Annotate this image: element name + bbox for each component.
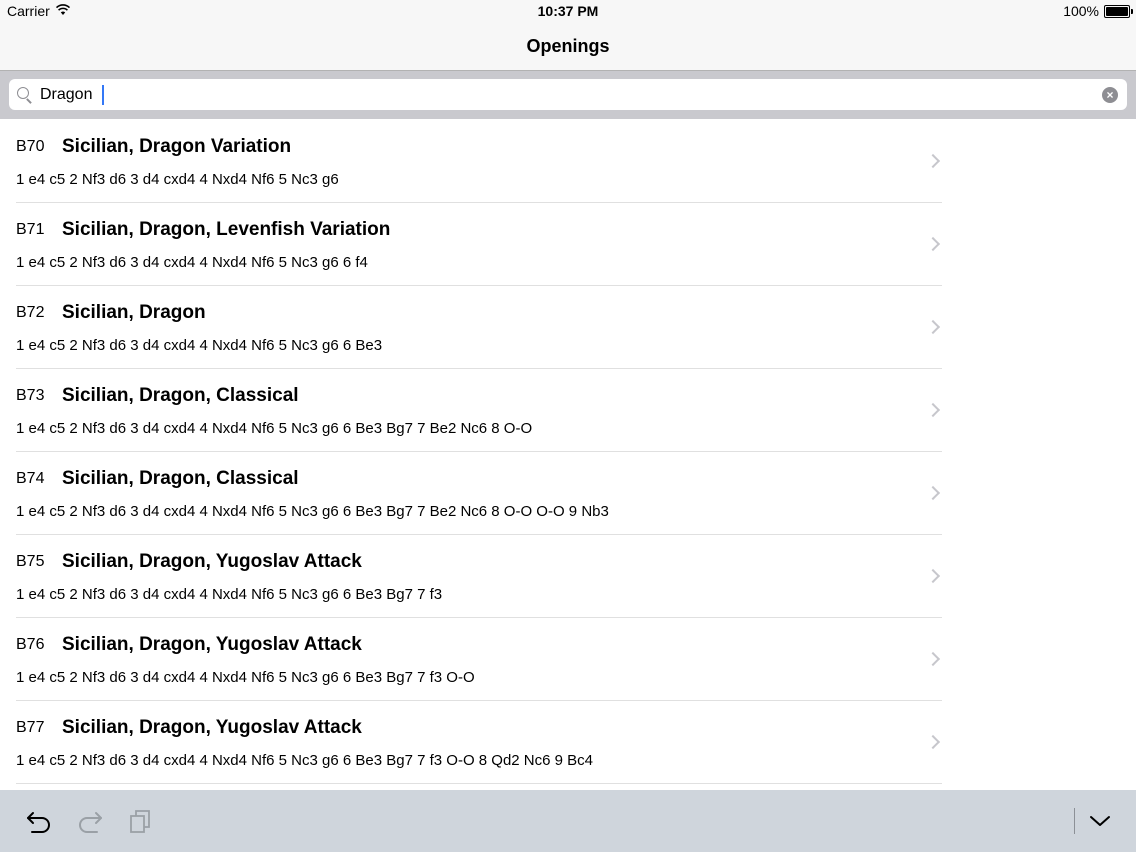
chevron-down-icon[interactable]	[1086, 808, 1116, 834]
chevron-right-icon	[925, 734, 941, 750]
copy-icon[interactable]	[127, 808, 157, 834]
navigation-bar: Openings	[0, 22, 1136, 71]
list-item[interactable]: B72 Sicilian, Dragon 1 e4 c5 2 Nf3 d6 3 …	[0, 286, 956, 369]
opening-name: Sicilian, Dragon, Classical	[62, 468, 299, 489]
page-title: Openings	[526, 36, 610, 56]
opening-name: Sicilian, Dragon	[62, 302, 206, 323]
search-bar: ×	[0, 71, 1136, 119]
search-field[interactable]: ×	[9, 79, 1127, 110]
carrier-label: Carrier	[7, 3, 50, 19]
eco-code: B72	[16, 304, 45, 321]
chevron-right-icon	[925, 402, 941, 418]
undo-icon[interactable]	[25, 808, 55, 834]
bottom-toolbar	[0, 790, 1136, 852]
status-bar: Carrier 10:37 PM 100%	[0, 0, 1136, 22]
opening-moves: 1 e4 c5 2 Nf3 d6 3 d4 cxd4 4 Nxd4 Nf6 5 …	[16, 586, 443, 603]
search-icon	[17, 87, 29, 99]
chevron-right-icon	[925, 153, 941, 169]
opening-moves: 1 e4 c5 2 Nf3 d6 3 d4 cxd4 4 Nxd4 Nf6 5 …	[16, 752, 594, 769]
row-separator	[16, 783, 942, 784]
opening-moves: 1 e4 c5 2 Nf3 d6 3 d4 cxd4 4 Nxd4 Nf6 5 …	[16, 171, 339, 188]
opening-name: Sicilian, Dragon, Yugoslav Attack	[62, 634, 362, 655]
eco-code: B74	[16, 470, 45, 487]
list-item[interactable]: B75 Sicilian, Dragon, Yugoslav Attack 1 …	[0, 535, 956, 618]
toolbar-divider	[1074, 808, 1075, 834]
chevron-right-icon	[925, 568, 941, 584]
opening-moves: 1 e4 c5 2 Nf3 d6 3 d4 cxd4 4 Nxd4 Nf6 5 …	[16, 669, 475, 686]
opening-name: Sicilian, Dragon Variation	[62, 136, 292, 157]
list-item[interactable]: B73 Sicilian, Dragon, Classical 1 e4 c5 …	[0, 369, 956, 452]
wifi-icon	[55, 3, 71, 19]
eco-code: B75	[16, 553, 45, 570]
list-item[interactable]: B74 Sicilian, Dragon, Classical 1 e4 c5 …	[0, 452, 956, 535]
eco-code: B76	[16, 636, 45, 653]
chevron-right-icon	[925, 485, 941, 501]
list-item[interactable]: B76 Sicilian, Dragon, Yugoslav Attack 1 …	[0, 618, 956, 701]
openings-list: B70 Sicilian, Dragon Variation 1 e4 c5 2…	[0, 120, 1136, 790]
eco-code: B77	[16, 719, 45, 736]
chevron-right-icon	[925, 236, 941, 252]
battery-icon	[1104, 5, 1133, 18]
eco-code: B73	[16, 387, 45, 404]
opening-name: Sicilian, Dragon, Classical	[62, 385, 299, 406]
opening-name: Sicilian, Dragon, Yugoslav Attack	[62, 551, 362, 572]
opening-name: Sicilian, Dragon, Yugoslav Attack	[62, 717, 362, 738]
opening-name: Sicilian, Dragon, Levenfish Variation	[62, 219, 391, 240]
opening-moves: 1 e4 c5 2 Nf3 d6 3 d4 cxd4 4 Nxd4 Nf6 5 …	[16, 254, 368, 271]
chevron-right-icon	[925, 651, 941, 667]
list-item[interactable]: B70 Sicilian, Dragon Variation 1 e4 c5 2…	[0, 120, 956, 203]
battery-percentage: 100%	[1063, 3, 1099, 19]
chevron-right-icon	[925, 319, 941, 335]
list-item[interactable]: B77 Sicilian, Dragon, Yugoslav Attack 1 …	[0, 701, 956, 784]
status-time: 10:37 PM	[537, 3, 599, 19]
opening-moves: 1 e4 c5 2 Nf3 d6 3 d4 cxd4 4 Nxd4 Nf6 5 …	[16, 503, 609, 520]
list-item[interactable]: B71 Sicilian, Dragon, Levenfish Variatio…	[0, 203, 956, 286]
redo-icon[interactable]	[76, 808, 106, 834]
eco-code: B70	[16, 138, 45, 155]
clear-icon[interactable]: ×	[1102, 87, 1118, 103]
search-input[interactable]	[40, 82, 1090, 107]
opening-moves: 1 e4 c5 2 Nf3 d6 3 d4 cxd4 4 Nxd4 Nf6 5 …	[16, 420, 533, 437]
text-cursor	[102, 85, 104, 105]
opening-moves: 1 e4 c5 2 Nf3 d6 3 d4 cxd4 4 Nxd4 Nf6 5 …	[16, 337, 383, 354]
eco-code: B71	[16, 221, 45, 238]
